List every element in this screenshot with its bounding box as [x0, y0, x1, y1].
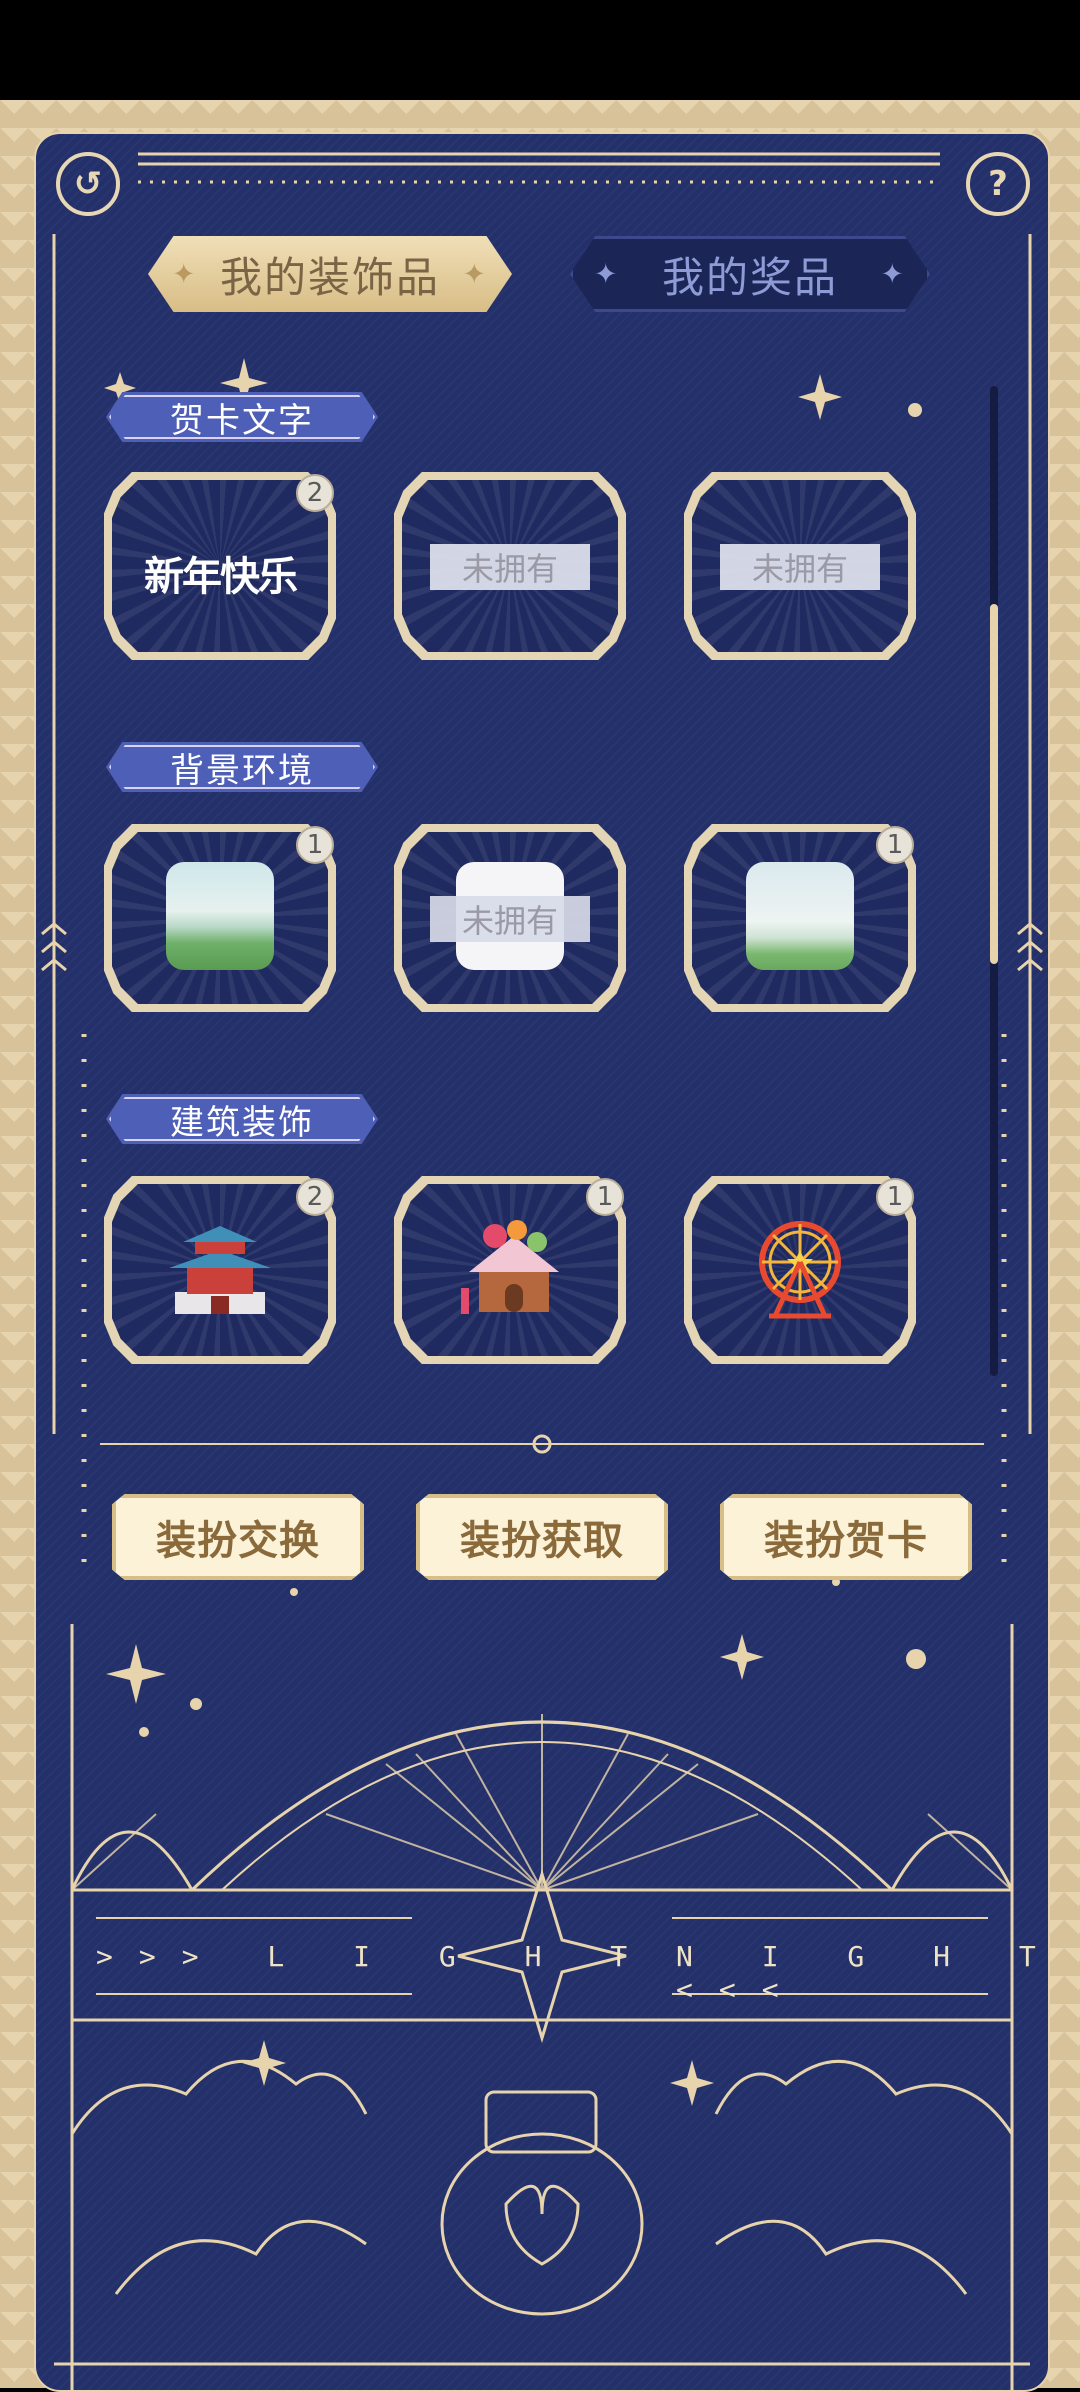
section-title-card-text: 贺卡文字 [106, 392, 378, 442]
status-bar [0, 0, 1080, 100]
tab-arrow-left-icon: ✦ [594, 257, 620, 291]
item-card-text-3[interactable]: 未拥有 [684, 472, 916, 660]
tab-arrow-right-icon: ✦ [880, 257, 906, 291]
tab-arrow-right-icon: ✦ [462, 257, 488, 291]
landscape-thumbnail [166, 862, 274, 970]
help-icon[interactable]: ? [966, 152, 1030, 216]
count-badge: 2 [296, 474, 334, 512]
footer-night-text: N I G H T <<< [676, 1940, 1062, 2006]
outfit-exchange-button[interactable]: 装扮交换 [112, 1494, 364, 1580]
item-building-2[interactable]: 1 [394, 1176, 626, 1364]
outfit-card-button[interactable]: 装扮贺卡 [720, 1494, 972, 1580]
tab-my-decorations[interactable]: ✦ 我的装饰品 ✦ [148, 236, 512, 312]
not-owned-label: 未拥有 [430, 896, 590, 942]
back-icon[interactable]: ↺ [56, 152, 120, 216]
section-title-text: 建筑装饰 [170, 1102, 314, 1143]
count-badge: 1 [586, 1178, 624, 1216]
ferris-wheel-icon [759, 1221, 841, 1319]
landscape-thumbnail [746, 862, 854, 970]
tab-my-prizes[interactable]: ✦ 我的奖品 ✦ [570, 236, 930, 312]
pavilion-icon [169, 1226, 271, 1314]
help-glyph: ? [988, 164, 1008, 204]
item-background-1[interactable]: 1 [104, 824, 336, 1012]
scrollbar-thumb[interactable] [990, 604, 998, 964]
item-background-2[interactable]: 未拥有 [394, 824, 626, 1012]
count-badge: 1 [876, 826, 914, 864]
tab-arrow-left-icon: ✦ [172, 257, 198, 291]
candy-house-icon [461, 1220, 559, 1314]
item-card-text-1[interactable]: 新年快乐 2 [104, 472, 336, 660]
count-badge: 2 [296, 1178, 334, 1216]
footer-light-text: >>> L I G H T [96, 1940, 654, 1973]
outfit-obtain-button[interactable]: 装扮获取 [416, 1494, 668, 1580]
button-label: 装扮获取 [460, 1517, 624, 1564]
count-badge: 1 [876, 1178, 914, 1216]
tab-label: 我的奖品 [661, 252, 838, 302]
not-owned-label: 未拥有 [430, 544, 590, 590]
item-text: 新年快乐 [144, 554, 298, 600]
section-title-background: 背景环境 [106, 742, 378, 792]
button-label: 装扮贺卡 [764, 1517, 928, 1564]
count-badge: 1 [296, 826, 334, 864]
not-owned-label: 未拥有 [720, 544, 880, 590]
item-card-text-2[interactable]: 未拥有 [394, 472, 626, 660]
tab-label: 我的装饰品 [219, 252, 440, 302]
section-title-text: 背景环境 [170, 750, 314, 791]
item-background-3[interactable]: 1 [684, 824, 916, 1012]
item-building-1[interactable]: 2 [104, 1176, 336, 1364]
section-title-text: 贺卡文字 [170, 400, 314, 441]
item-building-3[interactable]: 1 [684, 1176, 916, 1364]
button-label: 装扮交换 [156, 1517, 320, 1564]
section-title-buildings: 建筑装饰 [106, 1094, 378, 1144]
